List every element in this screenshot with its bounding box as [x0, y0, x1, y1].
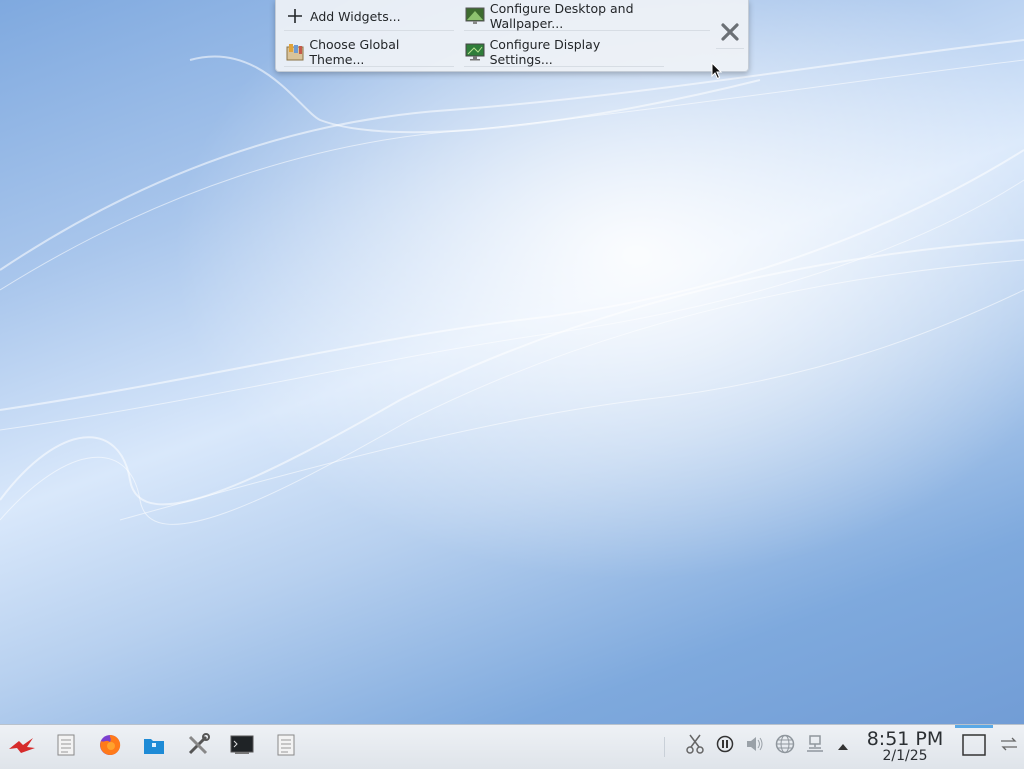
add-widgets-label: Add Widgets...	[310, 8, 401, 24]
firefox-icon	[98, 733, 122, 761]
desktop-toolbox: Add Widgets... Configure Desktop and Wal…	[275, 0, 749, 72]
expand-tray-icon	[836, 737, 850, 756]
show-desktop-icon	[962, 734, 986, 760]
configure-desktop-label: Configure Desktop and Wallpaper...	[489, 1, 634, 31]
volume-icon	[745, 735, 765, 757]
configure-desktop-button[interactable]: Configure Desktop and Wallpaper...	[464, 1, 710, 31]
firefox-button[interactable]	[94, 731, 126, 763]
globe-icon	[775, 734, 795, 758]
clock-date[interactable]: 2/1/25	[860, 748, 950, 764]
clipboard-tray-button[interactable]	[684, 734, 706, 758]
document-icon	[276, 734, 296, 760]
close-toolbox-button[interactable]	[716, 20, 744, 49]
configure-display-label: Configure Display Settings...	[489, 37, 601, 67]
wallpaper-icon	[464, 5, 486, 27]
app-launcher-button[interactable]	[6, 731, 38, 763]
show-desktop-button[interactable]	[961, 734, 987, 760]
mouse-cursor-icon	[711, 62, 723, 80]
network-tray-button[interactable]	[804, 735, 826, 757]
text-editor-button[interactable]	[50, 731, 82, 763]
panel-options-button[interactable]	[998, 735, 1020, 757]
system-settings-icon	[186, 733, 210, 761]
app-launcher-icon	[7, 735, 37, 759]
terminal-icon	[230, 735, 254, 759]
terminal-button[interactable]	[226, 731, 258, 763]
display-icon	[464, 41, 486, 63]
desktop-wallpaper	[0, 0, 1024, 724]
expand-tray-button[interactable]	[832, 735, 854, 757]
tray-separator	[664, 737, 665, 757]
globe-tray-button[interactable]	[774, 734, 796, 758]
clipboard-icon	[686, 734, 704, 758]
file-manager-icon	[143, 735, 165, 759]
system-settings-button[interactable]	[182, 731, 214, 763]
configure-display-button[interactable]: Configure Display Settings...	[464, 37, 664, 67]
volume-tray-button[interactable]	[744, 735, 766, 757]
file-manager-button[interactable]	[138, 731, 170, 763]
close-icon	[721, 23, 739, 45]
network-icon	[805, 734, 825, 758]
add-widgets-button[interactable]: Add Widgets...	[284, 2, 454, 31]
text-editor-icon	[56, 734, 76, 760]
clock-time[interactable]: 8:51 PM	[860, 728, 950, 750]
theme-icon	[284, 41, 305, 63]
media-pause-tray-button[interactable]	[714, 735, 736, 757]
show-desktop-indicator	[955, 725, 993, 728]
choose-global-theme-button[interactable]: Choose Global Theme...	[284, 37, 454, 67]
document-button[interactable]	[270, 731, 302, 763]
choose-theme-label: Choose Global Theme...	[309, 37, 400, 67]
plus-icon	[284, 5, 306, 27]
media-pause-icon	[716, 735, 734, 757]
panel-options-icon	[1000, 736, 1018, 756]
